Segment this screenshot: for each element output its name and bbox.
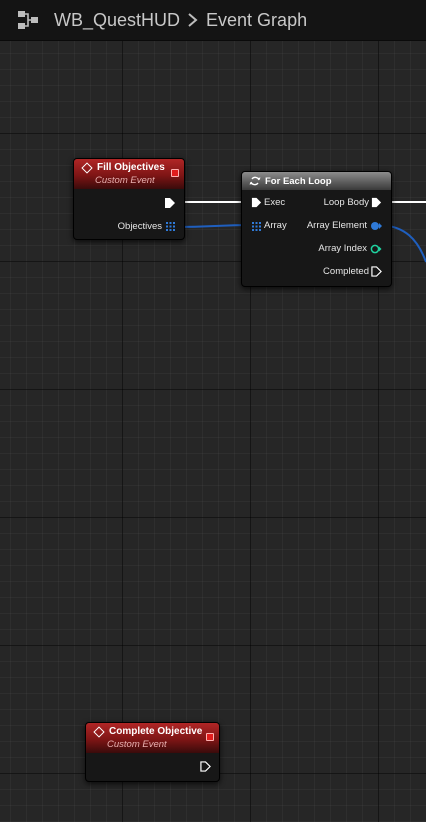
node-title: For Each Loop (265, 175, 332, 187)
loop-icon (249, 176, 261, 186)
loop-body-pin-label: Loop Body (323, 197, 369, 208)
exec-in-pin[interactable] (251, 197, 262, 208)
breadcrumb-blueprint[interactable]: WB_QuestHUD (54, 10, 180, 31)
exec-pin-label: Exec (264, 197, 286, 208)
array-element-pin-label: Array Element (306, 220, 367, 231)
integer-pin-icon[interactable] (370, 244, 382, 254)
node-title: Fill Objectives (97, 162, 165, 173)
event-diamond-icon (93, 725, 105, 738)
blueprint-graph-icon (18, 11, 38, 29)
complete-objective-node[interactable]: Complete Objective Custom Event (85, 722, 220, 782)
fill-objectives-node[interactable]: Fill Objectives Custom Event Objectives (73, 158, 185, 240)
for-each-loop-node[interactable]: For Each Loop Exec Array Loop Body Array… (241, 171, 392, 287)
completed-exec-pin[interactable] (371, 266, 382, 277)
breadcrumb: WB_QuestHUD Event Graph (0, 0, 426, 41)
event-diamond-icon (81, 161, 93, 174)
array-pin-label: Array (264, 220, 287, 231)
object-pin-icon[interactable] (370, 221, 382, 231)
node-subtitle: Custom Event (95, 175, 155, 186)
node-header: Complete Objective Custom Event (86, 723, 219, 753)
array-pin-icon[interactable] (252, 222, 261, 231)
delegate-pin-icon[interactable] (206, 733, 214, 741)
node-title: Complete Objective (109, 726, 203, 737)
wires (174, 201, 426, 263)
exec-out-pin[interactable] (200, 761, 211, 772)
chevron-right-icon (188, 13, 198, 27)
breadcrumb-graph[interactable]: Event Graph (206, 10, 307, 31)
exec-out-pin[interactable] (164, 197, 176, 209)
array-pin-icon[interactable] (166, 222, 175, 231)
loop-body-pin[interactable] (371, 197, 382, 208)
completed-pin-label: Completed (323, 266, 369, 277)
array-index-pin-label: Array Index (318, 243, 367, 254)
node-subtitle: Custom Event (107, 739, 167, 750)
objectives-pin-label: Objectives (117, 221, 162, 232)
delegate-pin-icon[interactable] (171, 169, 179, 177)
node-header: For Each Loop (242, 172, 391, 190)
node-header: Fill Objectives Custom Event (74, 159, 184, 189)
